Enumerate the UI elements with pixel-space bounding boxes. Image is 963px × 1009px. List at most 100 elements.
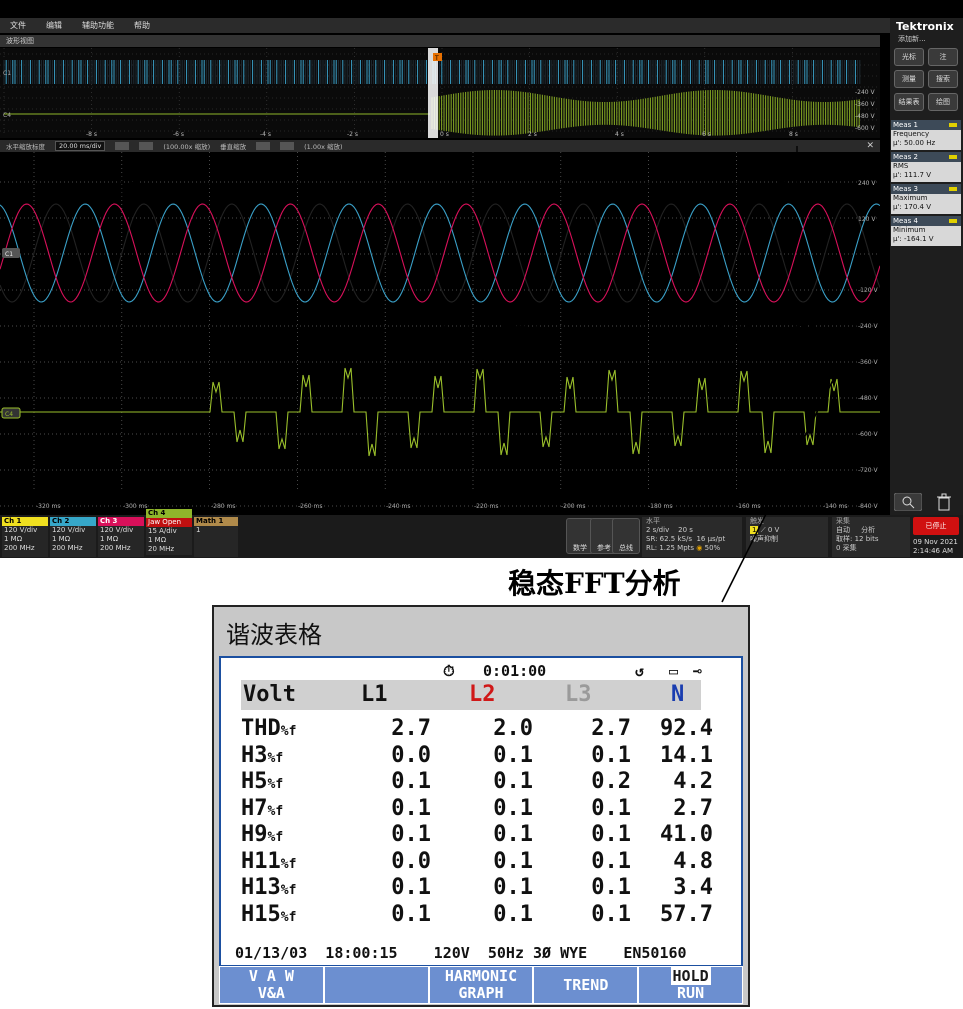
harmonic-value: 0.1 [591,742,631,768]
harmonic-value: 4.2 [673,769,713,794]
uc-symbol: uC [664,319,694,353]
softkey-bottom: RUN [677,984,705,1002]
harmonic-name: THD [241,716,281,741]
harmonic-value: 0.0 [391,848,431,874]
harmonic-value: 0.1 [493,901,533,927]
harmonic-unit: %f [280,856,297,872]
header-l2: L2 [469,682,496,707]
softkey-top: HOLD [670,967,711,985]
harmonic-value: 14.1 [660,742,713,768]
harmonic-value: 41.0 [660,822,713,847]
refresh-icon: ↺ [635,662,645,680]
harmonic-value: 4.8 [673,848,713,874]
softkey-top: HARMONIC [444,967,518,985]
harmonic-name: H15 [241,901,281,927]
harmonic-row: H3%f 0.0 0.1 0.1 14.1 [241,742,713,769]
fft-annotation: 稳态FFT分析 [508,567,681,600]
harmonic-row: H7%f 0.1 0.1 0.1 2.7 [241,795,713,822]
harmonic-row: THD%f 2.7 2.0 2.7 92.4 [241,716,713,742]
harmonic-meter: 谐波表格 ⏱ 0:01:00 ↺ ▭ ⊸ Volt L1 L2 L3 N THD… [212,605,750,1007]
harmonic-label: H9%f [241,822,283,847]
harmonic-value: 0.1 [493,795,533,821]
harmonic-value: 2.7 [391,716,431,741]
harmonic-value: 2.0 [493,716,533,741]
harmonic-name: H7 [241,795,268,821]
uc-annotation: (120V/格) [704,320,818,348]
harmonic-table-screen: ⏱ 0:01:00 ↺ ▭ ⊸ Volt L1 L2 L3 N THD%f 2.7… [219,656,743,967]
harmonic-label: H15%f [241,902,296,927]
trend-button[interactable]: TREND [533,966,639,1004]
harmonic-name: H11 [241,848,281,874]
harmonic-row: H5%f 0.1 0.1 0.2 4.2 [241,769,713,795]
harmonic-unit: %f [280,909,297,925]
harmonic-value: 0.1 [391,795,431,821]
harmonic-graph-button[interactable]: HARMONIC GRAPH [428,966,534,1004]
meter-timer: 0:01:00 [483,662,547,680]
harmonic-value: 3.4 [673,875,713,900]
header-volt: Volt [243,682,296,707]
harmonic-value: 2.7 [591,716,631,741]
harmonic-label: H13%f [241,875,296,900]
harmonic-row: H15%f 0.1 0.1 0.1 57.7 [241,901,713,928]
meter-softkeys: V A W V&A HARMONIC GRAPH TREND HOLD RUN [219,966,743,1004]
harmonic-unit: %f [280,724,297,739]
harmonic-unit: %f [267,830,284,845]
power-plug-icon: ⊸ [693,662,703,680]
harmonic-unit: %f [280,883,297,898]
harmonic-value: 0.1 [493,848,533,874]
harmonic-name: H13 [241,875,281,900]
softkey-top: TREND [563,975,609,994]
harmonic-label: H11%f [241,849,296,874]
iw-symbol: iw [402,317,425,351]
harmonic-row: H11%f 0.0 0.1 0.1 4.8 [241,848,713,875]
hold-run-button[interactable]: HOLD RUN [638,966,743,1004]
harmonic-unit: %f [267,777,284,792]
blank-softkey[interactable] [323,966,429,1004]
harmonic-name: H5 [241,769,268,794]
harmonic-row: H9%f 0.1 0.1 0.1 41.0 [241,822,713,848]
figure-annotations: 160ms iw (15A/格) uC (120V/格) 稳态FFT分析 [120,146,876,603]
harmonic-value: 0.1 [591,822,631,847]
harmonic-unit: %f [267,803,284,819]
harmonic-unit: %f [267,750,284,766]
harmonic-label: H5%f [241,769,283,794]
meter-status-bar: ⏱ 0:01:00 ↺ ▭ ⊸ [221,662,741,680]
harmonic-value: 0.2 [591,769,631,794]
header-l3: L3 [565,682,592,707]
harmonic-value: 92.4 [660,716,713,741]
harmonic-value: 0.1 [391,822,431,847]
harmonic-value: 0.1 [391,875,431,900]
timer-icon: ⏱ [443,662,455,680]
harmonic-value: 0.1 [591,848,631,874]
meter-footer: 01/13/03 18:00:15 120V 50Hz 3Ø WYE EN501… [235,944,687,962]
softkey-bottom: V&A [257,984,285,1002]
meter-title: 谐波表格 [226,621,322,649]
harmonic-value: 2.7 [673,795,713,821]
harmonic-value: 0.1 [493,875,533,900]
harmonic-row: H13%f 0.1 0.1 0.1 3.4 [241,875,713,901]
vaw-button[interactable]: V A W V&A [219,966,324,1004]
harmonic-label: H7%f [241,796,283,821]
softkey-bottom: GRAPH [458,984,504,1002]
harmonic-value: 0.1 [591,875,631,900]
harmonic-value: 0.1 [391,901,431,927]
harmonic-value: 0.1 [591,901,631,927]
harmonic-value: 0.1 [391,769,431,794]
harmonic-value: 0.1 [493,742,533,768]
iw-annotation: (15A/格) [441,318,540,346]
battery-icon: ▭ [669,662,679,680]
harmonic-table-header: Volt L1 L2 L3 N [241,680,701,710]
harmonic-value: 0.1 [493,822,533,847]
header-n: N [671,682,685,707]
harmonic-label: THD%f [241,716,296,741]
span-annotation: 160ms [456,155,544,185]
softkey-top: V A W [248,967,294,985]
harmonic-value: 57.7 [660,901,713,927]
harmonic-value: 0.1 [591,795,631,821]
harmonic-label: H3%f [241,743,283,768]
header-l1: L1 [361,682,388,707]
harmonic-value: 0.1 [493,769,533,794]
harmonic-name: H9 [241,822,268,847]
harmonic-value: 0.0 [391,742,431,768]
harmonic-name: H3 [241,742,268,768]
